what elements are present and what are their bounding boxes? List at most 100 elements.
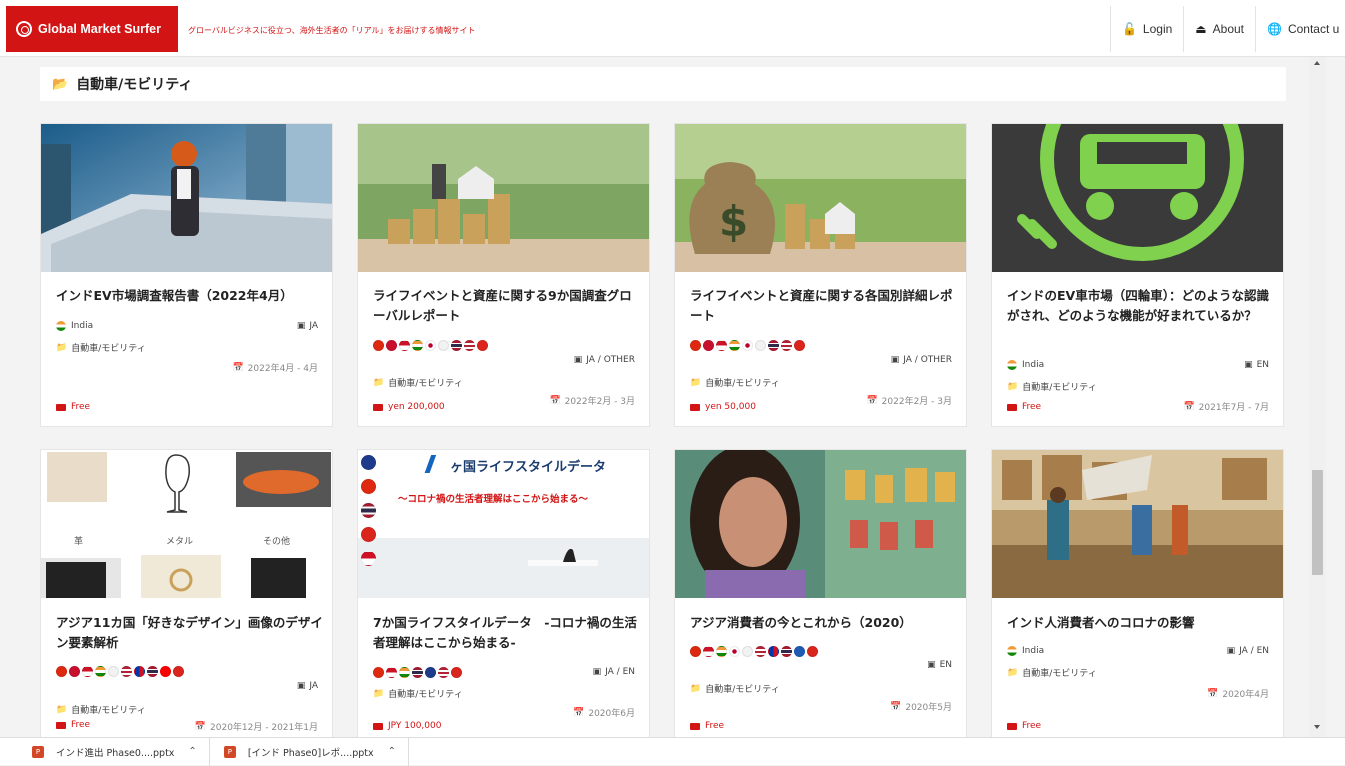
philippines-flag-icon [768,646,779,657]
japan-flag-icon [425,340,436,351]
category-label: 自動車/モビリティ [1022,383,1097,393]
indonesia-flag-icon [703,646,714,657]
price-tag-icon [1007,722,1017,730]
report-card[interactable]: ライフイベントと資産に関する9か国調査グローバルレポート ▣ JA / OTHER… [357,123,650,427]
card-image-consumer-woman [675,450,966,598]
hongkong-flag-icon [703,340,714,351]
price-label: Free [71,720,91,730]
language-icon: ▣ [296,321,306,331]
site-tagline: グローバルビジネスに役立つ、海外生活者の「リアル」をお届けする情報サイト [188,26,476,35]
card-title[interactable]: 7か国ライフスタイルデータ -コロナ禍の生活者理解はここから始まる- [373,613,641,653]
card-price: Free [56,402,90,412]
usa-flag-icon [464,340,475,351]
date-label: 2021年7月 - 7月 [1198,403,1269,413]
card-title[interactable]: ライフイベントと資産に関する9か国調査グローバルレポート [373,286,641,326]
folder-icon: 📁 [56,704,68,715]
calendar-icon: 📅 [1183,401,1195,412]
image-label: その他 [263,537,291,547]
card-category: 📁 自動車/モビリティ [56,703,146,717]
report-card[interactable]: インド人消費者へのコロナの影響 India ▣ JA / EN 📁 自動車/モビリテ… [991,449,1284,737]
calendar-icon: 📅 [866,395,878,406]
date-label: 2022年2月 - 3月 [881,397,952,407]
scrollbar-thumb[interactable] [1312,470,1323,575]
hongkong-flag-icon [386,340,397,351]
download-filename: インド進出 Phase0....pptx [56,747,175,759]
calendar-icon: 📅 [194,721,207,732]
card-image-india-riverbank [992,450,1283,598]
card-title[interactable]: ライフイベントと資産に関する各国別詳細レポート [690,286,958,326]
card-price: yen 50,000 [690,402,756,412]
usa-flag-icon [755,646,766,657]
scroll-up-arrow-icon[interactable] [1314,61,1320,65]
folder-icon: 📁 [690,377,702,388]
vertical-scrollbar[interactable] [1309,57,1326,737]
category-label: 自動車/モビリティ [388,379,463,389]
card-language: ▣ JA / OTHER [574,355,635,365]
report-card[interactable]: 革 メタル その他 アジア11カ国「好きなデザイン」画像のデザイン要素解析 ▣ J… [40,449,333,737]
eject-icon: ⏏ [1195,22,1207,36]
lock-icon: 🔓 [1121,22,1137,36]
report-card[interactable]: ヶ国ライフスタイルデータ ～コロナ禍の生活者理解はここから始まる～ 7か国ライフ… [357,449,650,737]
card-country: India [1007,360,1044,370]
card-language: ▣ EN [1244,360,1269,370]
globe-logo-icon [16,21,32,37]
download-item[interactable]: P インド進出 Phase0....pptx ⌃ [0,737,210,766]
nav-about-label: About [1212,22,1244,36]
date-label: 2020年12月 - 2021年1月 [210,723,318,733]
card-date: 📅 2020年5月 [890,700,952,714]
calendar-icon: 📅 [1207,688,1219,699]
card-date: 📅 2022年2月 - 3月 [549,394,635,408]
card-date: 📅 2020年12月 - 2021年1月 [194,720,318,734]
language-label: JA / OTHER [586,355,635,365]
card-title[interactable]: インドEV市場調査報告書（2022年4月） [56,286,324,306]
card-language: ▣ EN [927,660,952,670]
nav-login-label: Login [1142,22,1173,36]
card-title[interactable]: アジア11カ国「好きなデザイン」画像のデザイン要素解析 [56,613,324,653]
language-icon: ▣ [927,660,936,670]
top-navbar: Global Market Surfer グローバルビジネスに役立つ、海外生活者… [0,0,1345,57]
uk-flag-icon [425,667,436,678]
country-flags [373,667,523,679]
price-label: Free [1022,721,1042,731]
language-label: JA / EN [605,667,635,677]
nav-about[interactable]: ⏏ About [1183,6,1255,52]
card-title[interactable]: インドのEV車市場（四輪車）：どのような認識がされ、どのような機能が好まれている… [1007,286,1275,326]
download-item[interactable]: P [インド Phase0]レポ....pptx ⌃ [210,737,410,766]
price-label: Free [71,402,91,412]
card-title[interactable]: アジア消費者の今とこれから（2020） [690,613,958,633]
date-label: 2020年6月 [588,709,635,719]
language-icon: ▣ [592,667,602,677]
folder-icon: 📁 [1007,381,1019,392]
scroll-down-arrow-icon[interactable] [1314,725,1320,729]
folder-icon: 📂 [52,76,69,92]
calendar-icon: 📅 [890,701,902,712]
card-image-lifestyle-banner: ヶ国ライフスタイルデータ ～コロナ禍の生活者理解はここから始まる～ [358,450,649,598]
report-card[interactable]: $ ライフイベントと資産に関する各国別詳細レポート ▣ JA / OTHER 📁 自… [674,123,967,427]
category-title: 自動車/モビリティ [76,77,193,93]
date-label: 2022年4月 - 4月 [247,364,318,374]
chevron-up-icon[interactable]: ⌃ [188,746,196,757]
thailand-flag-icon [451,340,462,351]
image-label: 革 [74,537,84,547]
chevron-up-icon[interactable]: ⌃ [388,746,396,757]
site-logo[interactable]: Global Market Surfer [6,6,178,52]
report-card[interactable]: インドのEV車市場（四輪車）：どのような認識がされ、どのような機能が好まれている… [991,123,1284,427]
china-flag-icon [360,479,376,494]
card-image-india-ev [41,124,332,272]
report-card[interactable]: アジア消費者の今とこれから（2020） ▣ EN 📁 自動車/モビリティ 📅 2020… [674,449,967,737]
calendar-icon: 📅 [549,395,561,406]
nav-login[interactable]: 🔓 Login [1109,6,1183,52]
taiwan-flag-icon [794,646,805,657]
japan-flag-icon [742,340,753,351]
thailand-flag-icon [768,340,779,351]
report-card[interactable]: インドEV市場調査報告書（2022年4月） India ▣ JA 📁 自動車/モビリ… [40,123,333,427]
folder-icon: 📁 [690,683,702,694]
indonesia-flag-icon [82,666,93,677]
card-category: 📁 自動車/モビリティ [373,376,463,390]
date-label: 2022年2月 - 3月 [564,397,635,407]
image-label: メタル [166,537,194,547]
card-category: 📁 自動車/モビリティ [373,687,463,701]
nav-contact[interactable]: 🌐 Contact u [1255,6,1345,52]
card-price: Free [690,721,724,731]
card-title[interactable]: インド人消費者へのコロナの影響 [1007,613,1275,633]
